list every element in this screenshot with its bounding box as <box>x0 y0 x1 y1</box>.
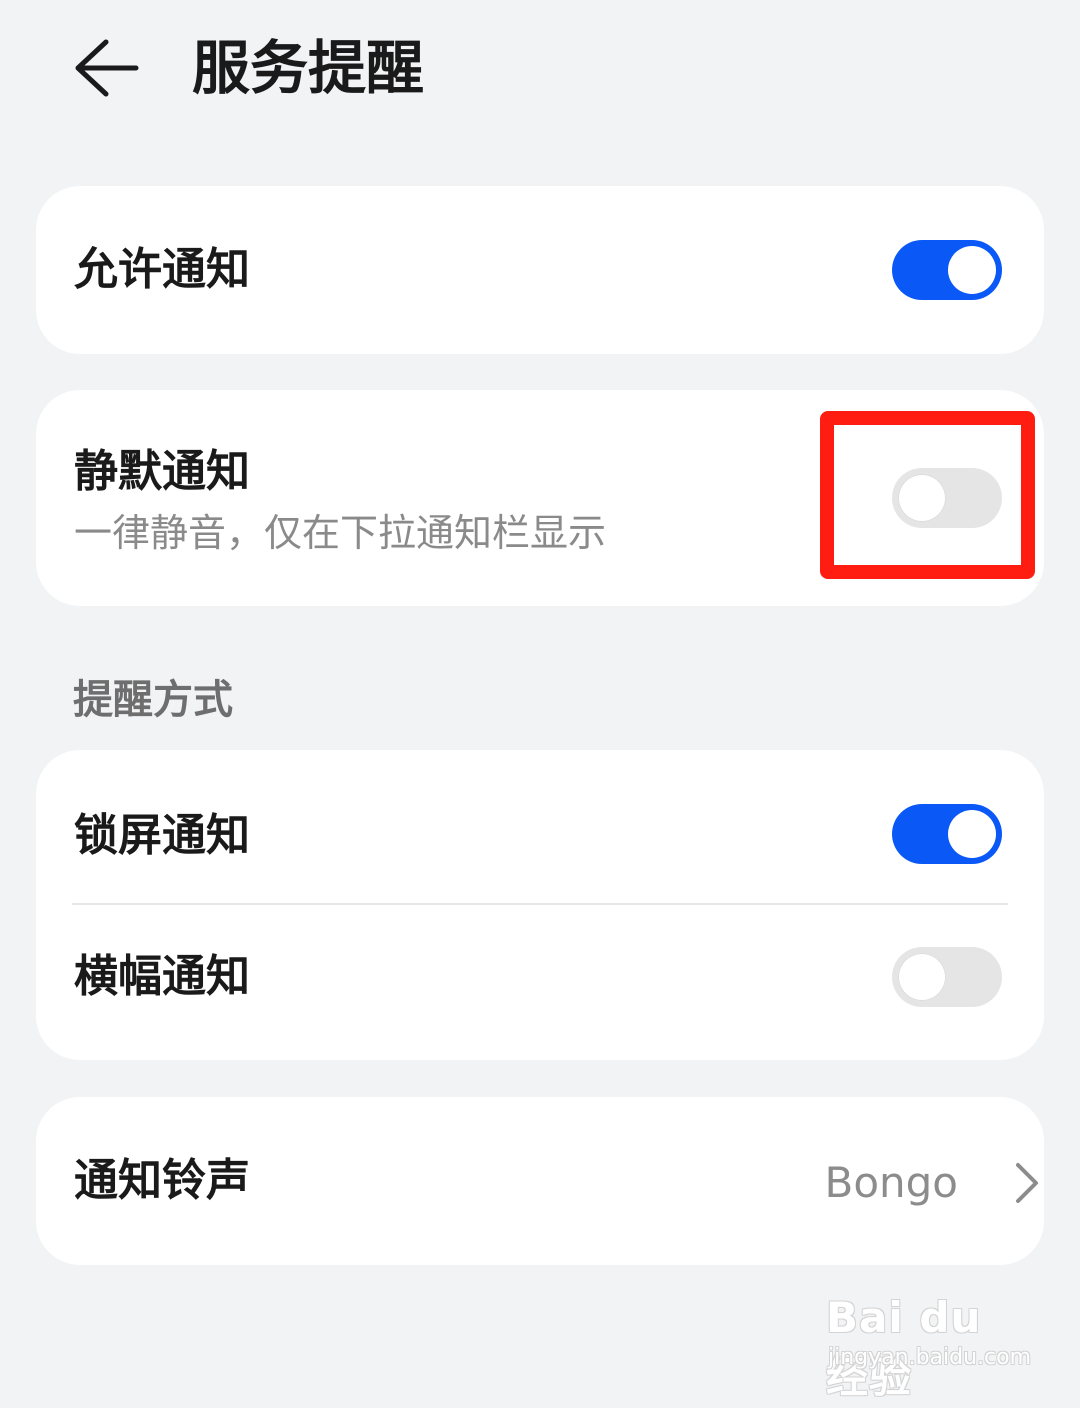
allow-notifications-card: 允许通知 <box>36 186 1044 354</box>
silent-notifications-label: 静默通知 <box>74 446 250 497</box>
ringtone-value: Bongo <box>824 1158 959 1207</box>
highlight-annotation-box <box>820 411 1035 579</box>
baidu-jingyan-watermark: Bai du 经验 jingyan.baidu.com <box>826 1288 1031 1402</box>
silent-notifications-description: 一律静音，仅在下拉通知栏显示 <box>74 511 607 555</box>
notification-ringtone-label: 通知铃声 <box>74 1155 250 1206</box>
toggle-knob <box>948 246 996 294</box>
toggle-knob <box>948 810 996 858</box>
lock-screen-notification-label: 锁屏通知 <box>74 810 250 861</box>
allow-notifications-toggle[interactable] <box>892 240 1002 300</box>
chevron-right-icon <box>1016 1163 1038 1203</box>
banner-notification-toggle[interactable] <box>892 947 1002 1007</box>
watermark-url: jingyan.baidu.com <box>828 1345 1032 1370</box>
ringtone-card: 通知铃声 Bongo <box>36 1097 1044 1265</box>
reminder-style-card: 锁屏通知 横幅通知 <box>36 750 1044 1060</box>
notification-ringtone-row[interactable]: 通知铃声 Bongo <box>36 1097 1044 1265</box>
lock-screen-notification-toggle[interactable] <box>892 804 1002 864</box>
page-title: 服务提醒 <box>192 34 425 102</box>
app-header: 服务提醒 <box>0 0 1080 140</box>
toggle-knob <box>898 953 946 1001</box>
back-arrow-icon <box>75 39 139 97</box>
banner-notification-label: 横幅通知 <box>74 951 250 1002</box>
allow-notifications-label: 允许通知 <box>74 244 250 295</box>
lock-screen-notification-row[interactable]: 锁屏通知 <box>36 750 1044 904</box>
banner-notification-row[interactable]: 横幅通知 <box>36 905 1044 1060</box>
allow-notifications-row[interactable]: 允许通知 <box>36 186 1044 354</box>
section-header-reminder-style: 提醒方式 <box>73 677 233 723</box>
back-button[interactable] <box>70 36 142 100</box>
